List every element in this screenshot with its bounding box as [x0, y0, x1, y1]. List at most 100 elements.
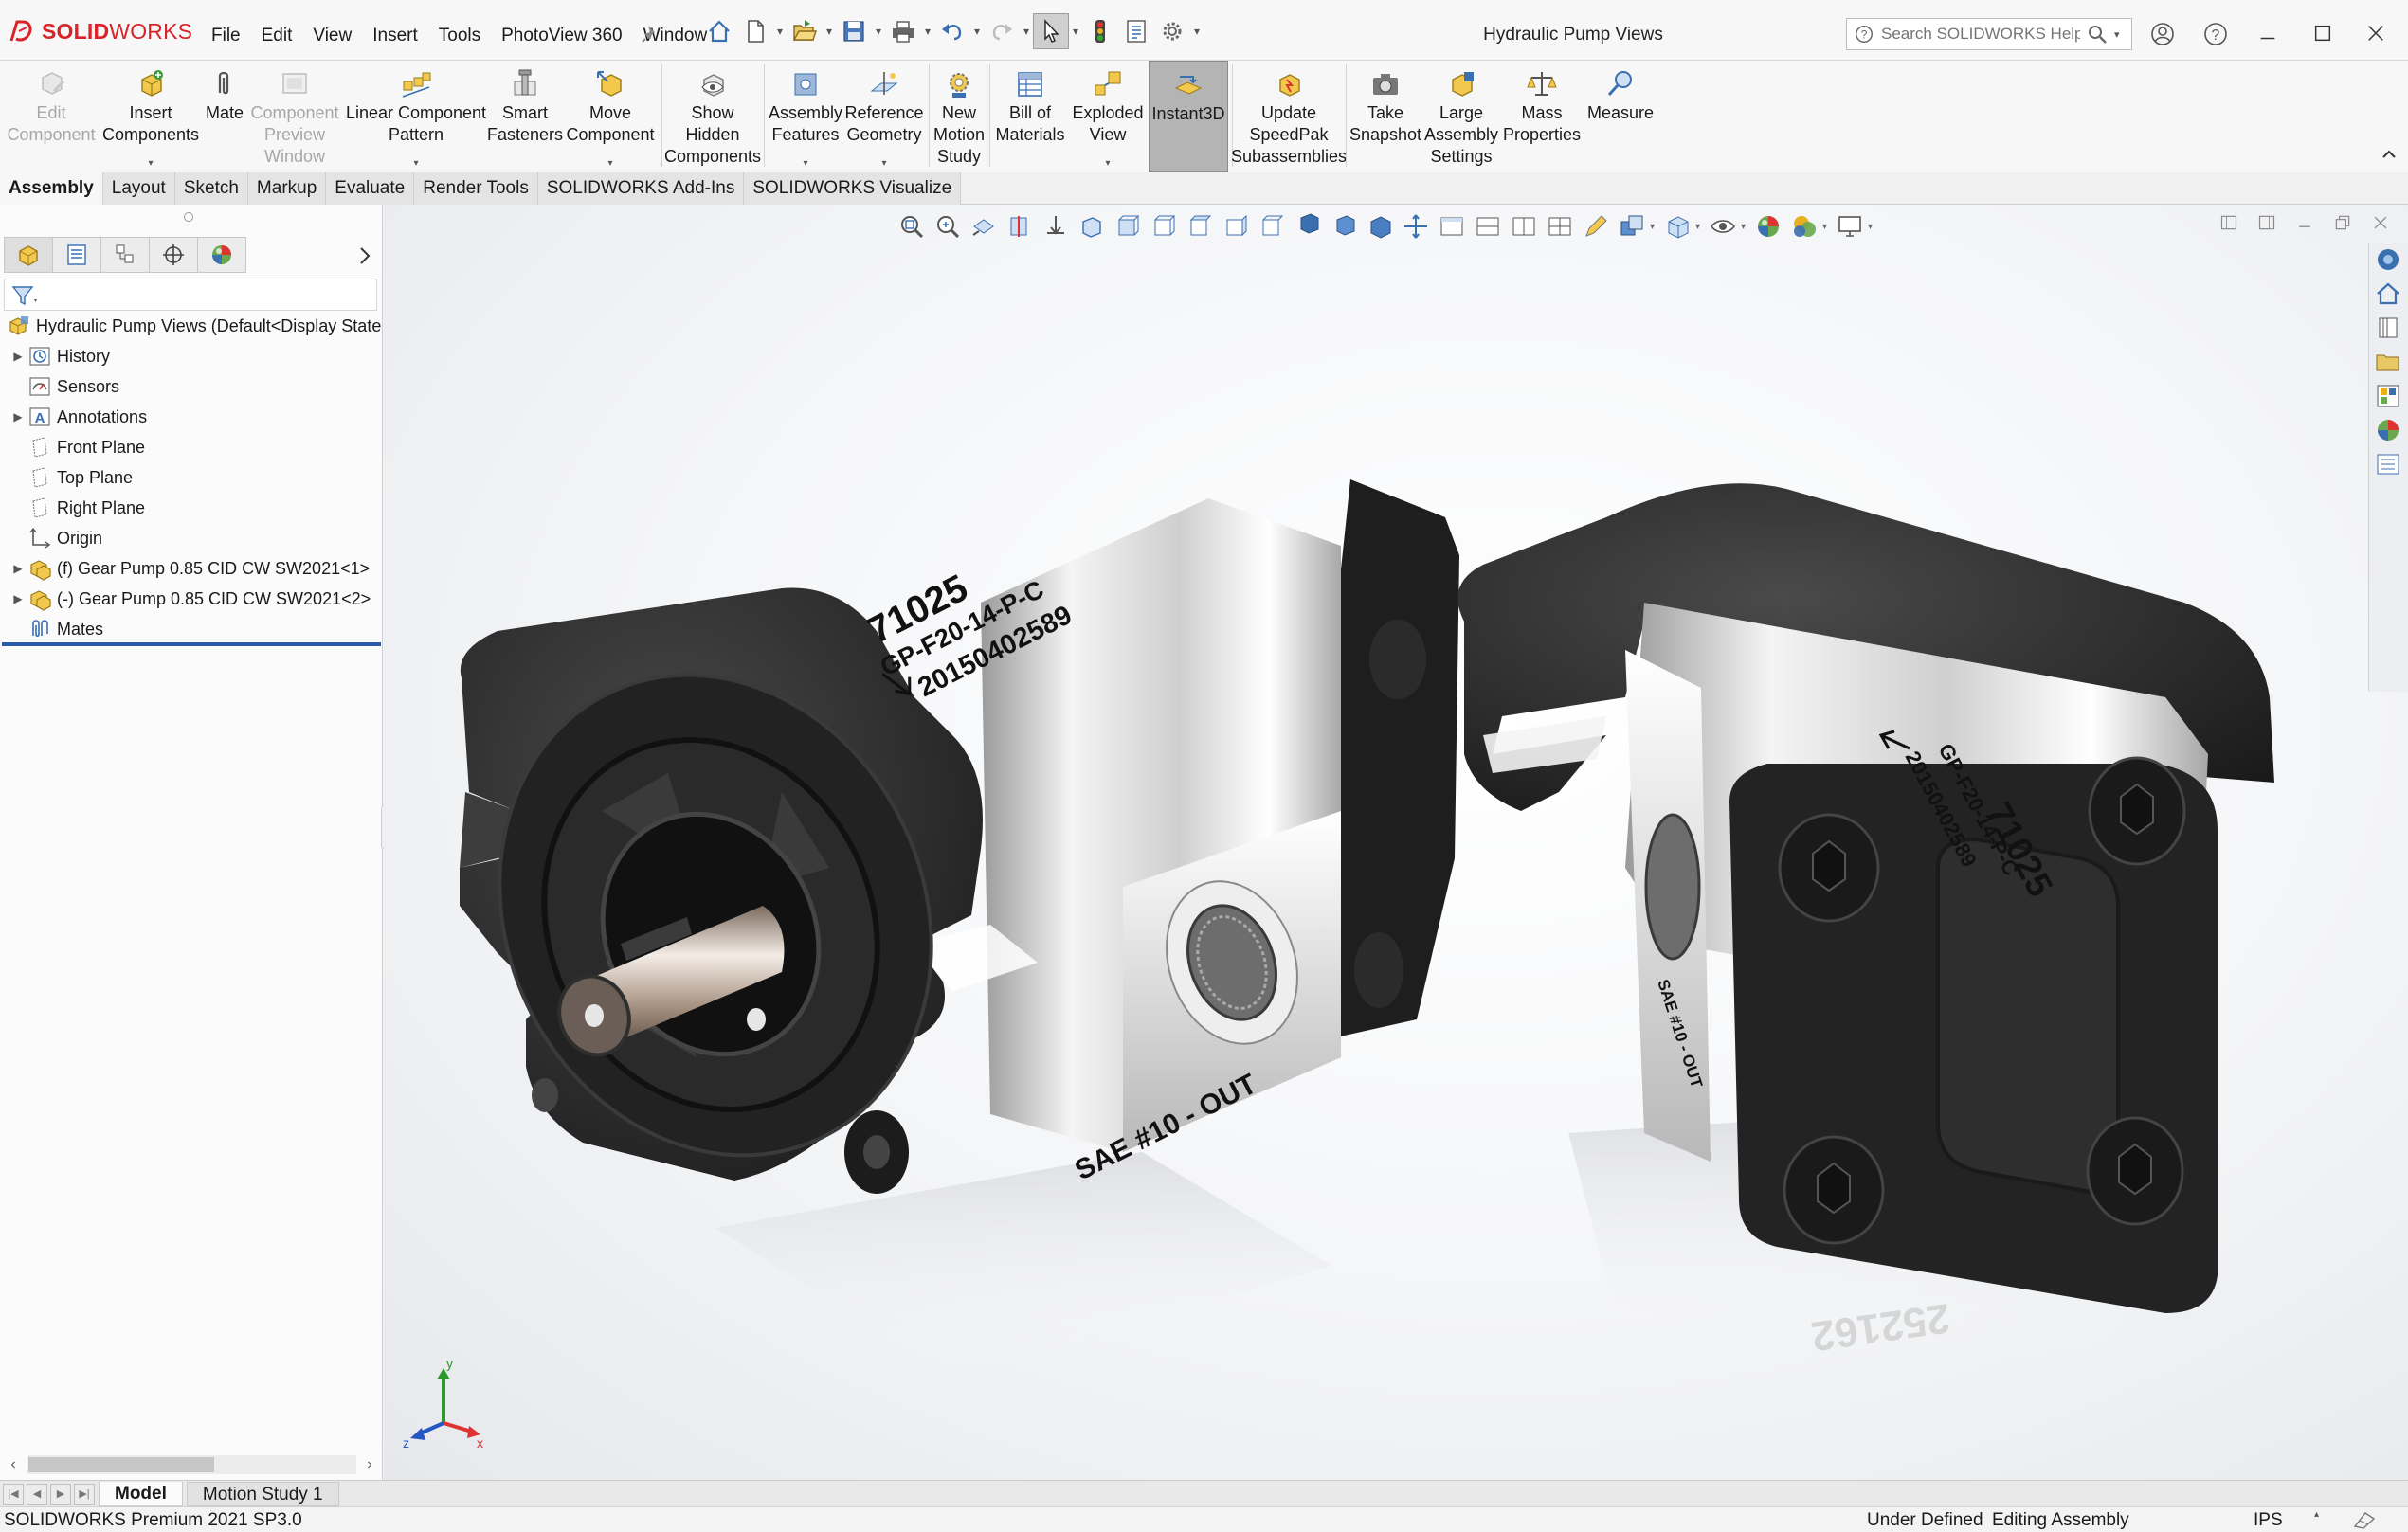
insert-components-button[interactable]: Insert Components ▾: [99, 61, 203, 172]
new-document-button[interactable]: [737, 13, 773, 49]
scroll-right-icon[interactable]: ›: [356, 1451, 383, 1478]
next-tab-arrow-icon[interactable]: ▶: [50, 1483, 71, 1505]
select-dropdown[interactable]: ▾: [1069, 13, 1082, 49]
rebuild-button[interactable]: [1082, 13, 1118, 49]
file-properties-button[interactable]: [1118, 13, 1154, 49]
expand-arrow-icon[interactable]: ▶: [9, 560, 27, 577]
view-right-button[interactable]: [1218, 208, 1254, 244]
tree-item-history[interactable]: ▶ History: [0, 341, 383, 371]
view-orientation-button[interactable]: [1074, 208, 1110, 244]
tree-item-front-plane[interactable]: Front Plane: [0, 432, 383, 462]
tab-evaluate[interactable]: Evaluate: [326, 172, 415, 205]
tab-markup[interactable]: Markup: [247, 172, 327, 205]
view-dimetric-button[interactable]: [1398, 208, 1434, 244]
scroll-thumb[interactable]: [28, 1457, 214, 1472]
view-top-button[interactable]: [1254, 208, 1290, 244]
assembly-features-dropdown[interactable]: ▾: [803, 158, 807, 169]
tree-item-annotations[interactable]: ▶ A Annotations: [0, 402, 383, 432]
graphics-area[interactable]: 71025 GP-F20-14-P-C 20150402589 SAE #10 …: [384, 205, 2408, 1480]
options-dropdown[interactable]: ▾: [1190, 13, 1204, 49]
open-button[interactable]: [787, 13, 823, 49]
linear-pattern-dropdown[interactable]: ▾: [413, 158, 418, 169]
search-dropdown[interactable]: ▾: [2114, 28, 2126, 41]
instant3d-button[interactable]: Instant3D: [1149, 61, 1228, 172]
gear-pump-2[interactable]: 252162 71025 GP-F20-14-P-C 20150402589 S…: [1457, 483, 2274, 1370]
dimxpertmanager-tab[interactable]: [149, 237, 198, 273]
menu-tools[interactable]: Tools: [428, 23, 491, 49]
tree-item-origin[interactable]: Origin: [0, 523, 383, 553]
print-button[interactable]: [885, 13, 921, 49]
single-view-button[interactable]: [1434, 208, 1470, 244]
displaymanager-tab[interactable]: [197, 237, 246, 273]
tab-motion-study-1[interactable]: Motion Study 1: [186, 1481, 339, 1506]
options-button[interactable]: [1154, 13, 1190, 49]
redo-dropdown[interactable]: ▾: [1020, 13, 1033, 49]
previous-view-button[interactable]: [966, 208, 1002, 244]
smart-fasteners-button[interactable]: Smart Fasteners: [487, 61, 563, 172]
undo-dropdown[interactable]: ▾: [970, 13, 984, 49]
display-style-button[interactable]: [1614, 208, 1650, 244]
dynamic-annotation-button[interactable]: [1038, 208, 1074, 244]
viewport-minimize-button[interactable]: [2290, 208, 2319, 237]
select-button[interactable]: [1033, 13, 1069, 49]
first-tab-arrow-icon[interactable]: |◀: [3, 1483, 24, 1505]
new-motion-study-button[interactable]: New Motion Study: [931, 61, 987, 172]
close-window-button[interactable]: [2362, 19, 2390, 47]
solidworks-logo[interactable]: SOLIDWORKS: [8, 17, 192, 45]
insert-components-dropdown[interactable]: ▾: [148, 158, 153, 169]
menu-photoview[interactable]: PhotoView 360: [491, 23, 632, 49]
tab-layout[interactable]: Layout: [102, 172, 175, 205]
pin-menu-icon[interactable]: [641, 23, 661, 44]
menu-edit[interactable]: Edit: [251, 23, 303, 49]
status-units[interactable]: IPS: [2254, 1510, 2283, 1531]
user-account-icon[interactable]: [2149, 21, 2176, 47]
panel-grip[interactable]: [184, 212, 193, 222]
measure-button[interactable]: Measure: [1584, 61, 1657, 172]
apply-scene-dropdown[interactable]: ▾: [1822, 222, 1832, 232]
help-search-input[interactable]: [1881, 25, 2080, 44]
help-icon[interactable]: ?: [2202, 21, 2229, 47]
viewport-tile-left-button[interactable]: [2215, 208, 2243, 237]
move-component-dropdown[interactable]: ▾: [607, 158, 612, 169]
featuremanager-tab[interactable]: [4, 237, 53, 273]
two-view-vertical-button[interactable]: [1506, 208, 1542, 244]
last-tab-arrow-icon[interactable]: ▶|: [74, 1483, 95, 1505]
expand-arrow-icon[interactable]: ▶: [9, 590, 27, 607]
tree-item-gear-pump-2[interactable]: ▶ (-) Gear Pump 0.85 CID CW SW2021<2>: [0, 584, 383, 614]
view-settings-button[interactable]: [1832, 208, 1868, 244]
panel-horizontal-scrollbar[interactable]: ‹ ›: [0, 1451, 383, 1479]
exploded-view-dropdown[interactable]: ▾: [1105, 158, 1110, 169]
bill-of-materials-button[interactable]: Bill of Materials: [991, 61, 1069, 172]
tree-filter[interactable]: [4, 279, 377, 311]
task-pane-home[interactable]: [2369, 277, 2407, 311]
tab-render-tools[interactable]: Render Tools: [414, 172, 538, 205]
task-pane-view-palette[interactable]: [2369, 379, 2407, 413]
assembly-model-view[interactable]: 71025 GP-F20-14-P-C 20150402589 SAE #10 …: [384, 205, 2408, 1480]
view-selector-button[interactable]: [1578, 208, 1614, 244]
visibility-dropdown[interactable]: ▾: [1741, 222, 1750, 232]
show-hidden-components-button[interactable]: Show Hidden Components: [664, 61, 761, 172]
expand-arrow-icon[interactable]: ▶: [9, 408, 27, 425]
task-pane-design-library[interactable]: [2369, 311, 2407, 345]
component-preview-window-button[interactable]: Component Preview Window: [248, 61, 341, 172]
expand-arrow-icon[interactable]: ▶: [9, 348, 27, 365]
linear-component-pattern-button[interactable]: Linear Component Pattern ▾: [345, 61, 487, 172]
tree-item-mates[interactable]: Mates: [0, 614, 383, 644]
view-settings-dropdown[interactable]: ▾: [1868, 222, 1877, 232]
print-dropdown[interactable]: ▾: [921, 13, 934, 49]
exploded-view-button[interactable]: Exploded View ▾: [1069, 61, 1147, 172]
apply-scene-button[interactable]: [1786, 208, 1822, 244]
new-dropdown[interactable]: ▾: [773, 13, 787, 49]
two-view-horizontal-button[interactable]: [1470, 208, 1506, 244]
take-snapshot-button[interactable]: Take Snapshot: [1348, 61, 1423, 172]
zoom-to-fit-button[interactable]: [894, 208, 930, 244]
display-style-dropdown[interactable]: ▾: [1650, 222, 1659, 232]
gear-pump-1[interactable]: 71025 GP-F20-14-P-C 20150402589 SAE #10 …: [423, 479, 1459, 1379]
reference-geometry-button[interactable]: Reference Geometry ▾: [843, 61, 925, 172]
four-view-button[interactable]: [1542, 208, 1578, 244]
task-pane-file-explorer[interactable]: [2369, 345, 2407, 379]
open-dropdown[interactable]: ▾: [823, 13, 836, 49]
rollback-bar[interactable]: [2, 642, 381, 646]
save-button[interactable]: [836, 13, 872, 49]
assembly-features-button[interactable]: Assembly Features ▾: [768, 61, 843, 172]
